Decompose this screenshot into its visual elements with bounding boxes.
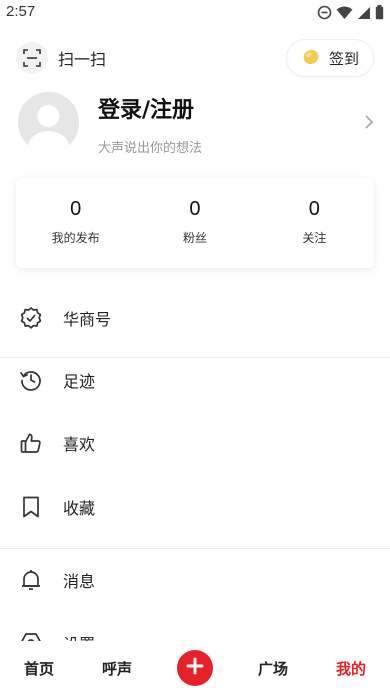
stat-following[interactable]: 0 关注 [255, 178, 374, 268]
profile-subtitle: 大声说出你的想法 [98, 141, 203, 156]
cellular-signal-icon [357, 5, 371, 24]
signin-button[interactable]: 签到 [286, 39, 374, 77]
history-icon [18, 367, 44, 393]
nav-home[interactable]: 首页 [24, 658, 54, 679]
stat-value: 0 [308, 198, 320, 220]
signin-label: 签到 [328, 49, 359, 68]
menu-item-favorites[interactable]: 收藏 [0, 482, 390, 532]
menu-label: 华商号 [63, 310, 112, 329]
scan-label: 扫一扫 [58, 50, 107, 69]
stat-value: 0 [70, 198, 82, 220]
nav-square[interactable]: 广场 [258, 658, 288, 679]
divider [0, 548, 390, 549]
menu-label: 喜欢 [63, 435, 96, 454]
status-time: 2:57 [6, 3, 36, 20]
menu-label: 消息 [63, 572, 96, 591]
nav-mine[interactable]: 我的 [336, 658, 366, 679]
battery-icon [375, 5, 384, 24]
bell-icon [18, 567, 44, 593]
bottom-nav: 首页 呼声 广场 我的 [0, 641, 390, 693]
scan-icon [16, 42, 48, 74]
avatar[interactable] [18, 92, 79, 153]
stat-label: 粉丝 [182, 231, 207, 245]
stat-label: 关注 [302, 231, 327, 245]
menu-item-messages[interactable]: 消息 [0, 555, 390, 605]
menu-label: 足迹 [63, 372, 96, 391]
stat-followers[interactable]: 0 粉丝 [135, 178, 254, 268]
menu-item-history[interactable]: 足迹 [0, 355, 390, 405]
status-icons [317, 5, 384, 24]
add-post-button[interactable] [177, 650, 213, 686]
nav-voices[interactable]: 呼声 [102, 658, 132, 679]
thumbs-up-icon [18, 430, 44, 456]
login-register-title[interactable]: 登录/注册 [98, 92, 194, 124]
egg-coin-icon [301, 46, 321, 70]
menu-label: 收藏 [63, 499, 96, 518]
verified-badge-icon [18, 305, 44, 331]
status-bar: 2:57 [0, 0, 390, 26]
plus-icon [186, 657, 204, 679]
do-not-disturb-icon [317, 5, 332, 24]
menu-item-likes[interactable]: 喜欢 [0, 418, 390, 468]
stat-label: 我的发布 [51, 231, 100, 245]
scan-button[interactable]: 扫一扫 [16, 42, 106, 74]
bookmark-icon [18, 494, 44, 520]
stat-value: 0 [189, 198, 201, 220]
stat-my-posts[interactable]: 0 我的发布 [16, 178, 135, 268]
stats-card: 0 我的发布 0 粉丝 0 关注 [16, 178, 374, 268]
chevron-right-icon [364, 114, 374, 134]
wifi-icon [336, 5, 353, 24]
menu-item-huashang[interactable]: 华商号 [0, 293, 390, 343]
profile-login-row[interactable]: 登录/注册 大声说出你的想法 [0, 88, 390, 160]
top-row: 扫一扫 签到 [0, 38, 390, 82]
